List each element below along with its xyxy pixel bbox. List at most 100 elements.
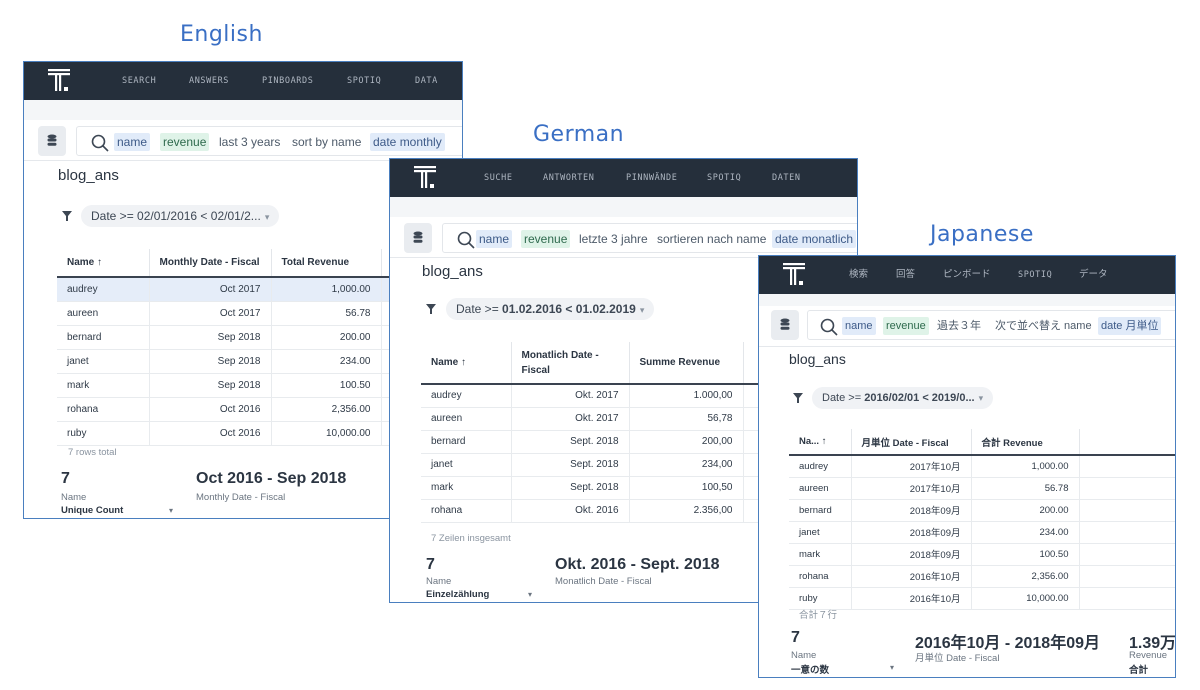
table-row[interactable]: ruby 2016年10月 10,000.00 [789,587,1175,610]
search-token[interactable]: name [842,317,876,335]
label-english: English [180,22,263,47]
data-source-button[interactable] [771,310,799,340]
table-cell: Sept. 2018 [511,453,630,477]
table-cell: bernard [789,499,852,522]
filter-chip[interactable]: Date >= 02/01/2016 < 02/01/2... ▾ [81,205,280,227]
filter-icon [793,393,803,403]
search-token[interactable]: sortieren nach name [654,230,769,248]
database-icon [780,318,790,330]
table-cell: 234.00 [271,349,382,374]
table-cell: mark [421,476,512,500]
table-row[interactable]: audrey 2017年10月 1,000.00 [789,455,1175,478]
table-cell: Oct 2017 [149,277,272,302]
search-token[interactable]: revenue [521,230,571,248]
table-cell: janet [57,349,150,374]
search-token[interactable]: date monthly [370,133,445,151]
table-cell: Sep 2018 [149,325,272,350]
top-nav: SEARCH ANSWERS PINBOARDS SPOTIQ DATA [24,62,462,100]
table-cell: 56.78 [971,477,1080,500]
table-cell: 200.00 [271,325,382,350]
panel-japanese: 検索 回答 ピンボード SPOTIQ データ name revenue 過去３年… [758,255,1176,678]
kpi-count: 7 [791,629,800,646]
column-header[interactable]: Monatlich Date - Fiscal [511,342,630,385]
search-input[interactable]: name revenue letzte 3 jahre sortieren na… [442,223,857,253]
answer-title: blog_ans [789,351,846,367]
search-token[interactable]: 次で並べ替え name [992,317,1095,335]
search-token[interactable]: 過去３年 [934,317,984,335]
table-row[interactable]: rohana 2016年10月 2,356.00 [789,565,1175,588]
column-header[interactable]: Name ↑ [421,342,512,385]
nav-spotiq[interactable]: SPOTIQ [707,159,741,197]
search-token[interactable]: last 3 years [216,133,283,151]
logo-icon[interactable] [48,69,70,93]
column-header[interactable]: 月単位 Date - Fiscal [851,429,972,456]
search-input[interactable]: name revenue last 3 years sort by name d… [76,126,462,156]
table-cell: 234,00 [629,453,744,477]
search-token[interactable]: name [114,133,151,151]
table-cell: 100,50 [629,476,744,500]
search-token[interactable]: revenue [883,317,929,335]
nav-search[interactable]: SUCHE [484,159,513,197]
search-input[interactable]: name revenue 過去３年 次で並べ替え name date 月単位 [807,310,1175,340]
table-cell: aureen [421,407,512,431]
logo-icon[interactable] [783,263,805,287]
column-header[interactable]: Name ↑ [57,249,150,278]
table-cell: 2016年10月 [851,565,972,588]
search-token[interactable]: letzte 3 jahre [576,230,651,248]
search-token[interactable]: sort by name [289,133,364,151]
nav-answers[interactable]: ANSWERS [189,62,229,100]
table-row[interactable]: mark 2018年09月 100.50 [789,543,1175,566]
table-row[interactable]: aureen 2017年10月 56.78 [789,477,1175,500]
nav-search[interactable]: 検索 [849,256,868,294]
column-header[interactable]: Monthly Date - Fiscal [149,249,272,278]
column-header[interactable]: 合計 Revenue [971,429,1080,456]
table-cell: Okt. 2017 [511,384,630,408]
nav-pinboards[interactable]: ピンボード [943,256,991,294]
table-cell: 1,000.00 [271,277,382,302]
search-token[interactable]: date 月単位 [1098,317,1162,335]
column-header[interactable]: Na... ↑ [789,429,852,456]
table-cell: 1,000.00 [971,455,1080,478]
nav-data[interactable]: DATA [415,62,438,100]
table-cell: Okt. 2016 [511,499,630,523]
chevron-down-icon[interactable]: ▾ [169,506,173,515]
table-cell: 2,356.00 [271,397,382,422]
logo-icon[interactable] [414,166,436,190]
table-cell: 2017年10月 [851,477,972,500]
column-header[interactable]: Summe Revenue [629,342,744,385]
table-row[interactable]: bernard 2018年09月 200.00 [789,499,1175,522]
table-row[interactable]: janet 2018年09月 234.00 [789,521,1175,544]
data-source-button[interactable] [404,223,432,253]
row-count: 7 rows total [68,447,117,458]
nav-search[interactable]: SEARCH [122,62,156,100]
nav-spotiq[interactable]: SPOTIQ [347,62,381,100]
search-row: name revenue letzte 3 jahre sortieren na… [390,217,857,257]
filter-chip[interactable]: Date >= 2016/02/01 < 2019/0... ▾ [812,387,994,409]
results-table: Na... ↑ 月単位 Date - Fiscal 合計 Revenue aud… [789,429,1175,610]
data-source-button[interactable] [38,126,66,156]
table-cell: 100.50 [271,373,382,398]
kpi-count: 7 [61,470,70,487]
search-token[interactable]: date monatlich [772,230,857,248]
nav-answers[interactable]: 回答 [896,256,915,294]
nav-data[interactable]: データ [1079,256,1108,294]
column-header[interactable]: Total Revenue [271,249,382,278]
chevron-down-icon[interactable]: ▾ [528,590,532,599]
table-cell: 2018年09月 [851,543,972,566]
nav-spotiq[interactable]: SPOTIQ [1018,256,1052,294]
answer-card: blog_ans Date >= 2016/02/01 < 2019/0... ▾… [759,346,1175,677]
table-cell: Oct 2017 [149,301,272,326]
nav-pinboards[interactable]: PINBOARDS [262,62,313,100]
table-cell: 100.50 [971,543,1080,566]
search-token[interactable]: revenue [160,133,210,151]
table-cell: 200.00 [971,499,1080,522]
filter-chip[interactable]: Date >= 01.02.2016 < 01.02.2019 ▾ [446,298,655,320]
chevron-down-icon[interactable]: ▾ [890,663,894,672]
nav-pinboards[interactable]: PINNWÄNDE [626,159,677,197]
top-nav: 検索 回答 ピンボード SPOTIQ データ [759,256,1175,294]
label-german: German [533,122,625,147]
search-token[interactable]: name [476,230,513,248]
nav-data[interactable]: DATEN [772,159,801,197]
nav-answers[interactable]: ANTWORTEN [543,159,594,197]
kpi-range-label: Monthly Date - Fiscal [196,492,286,503]
